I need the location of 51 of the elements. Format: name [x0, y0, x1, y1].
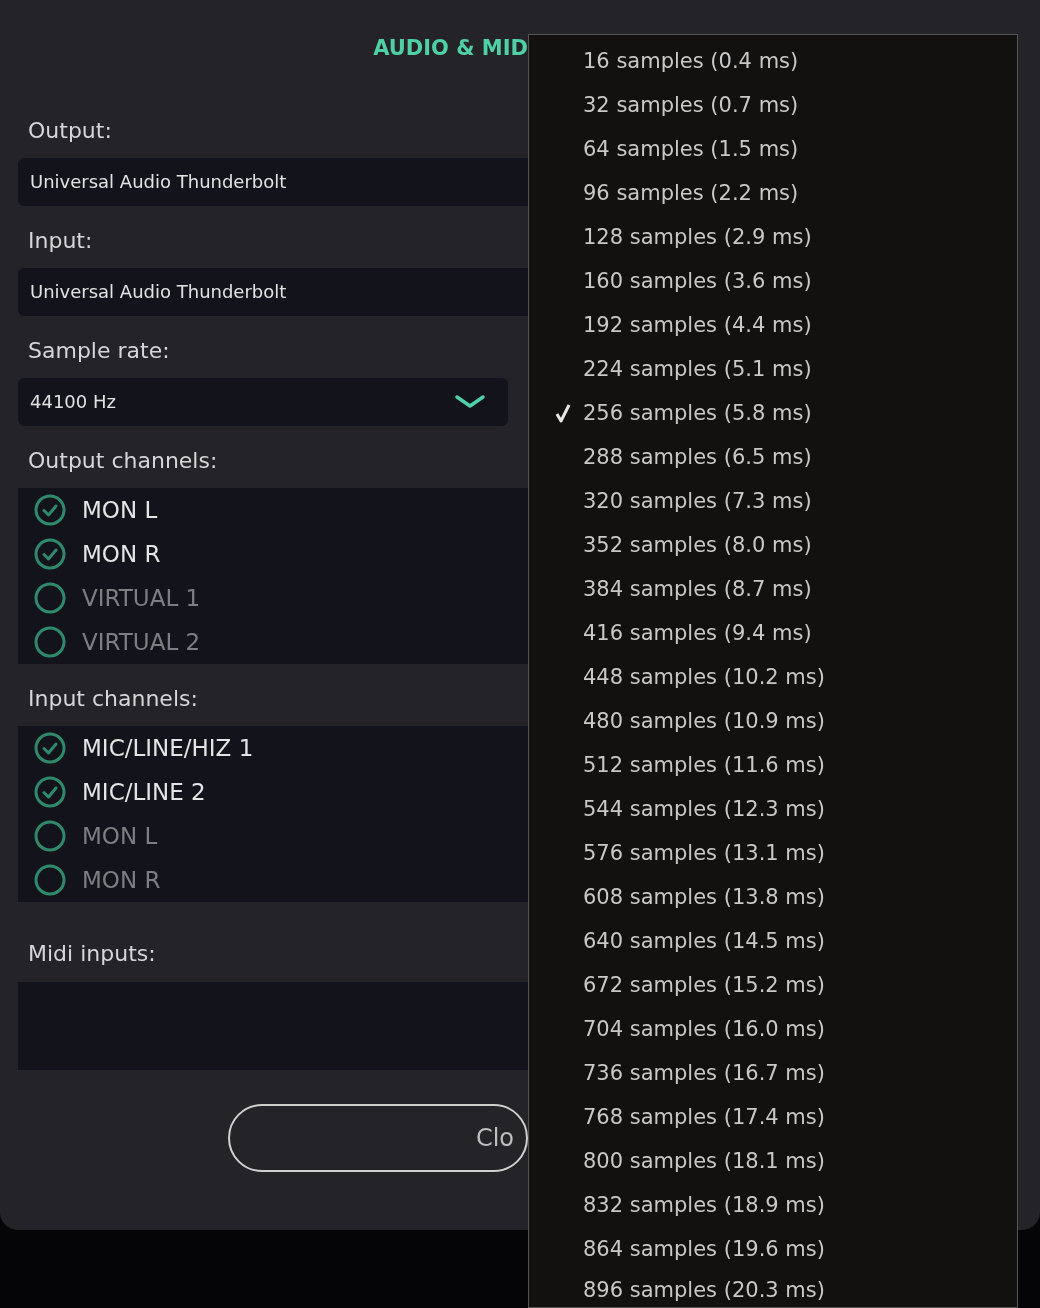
menu-item[interactable]: 416 samples (9.4 ms) — [529, 611, 1017, 655]
menu-item[interactable]: 384 samples (8.7 ms) — [529, 567, 1017, 611]
field-label: Output: — [27, 117, 112, 145]
empty-circle-icon[interactable] — [34, 864, 66, 896]
menu-item[interactable]: 640 samples (14.5 ms) — [529, 919, 1017, 963]
close-button[interactable]: Clo — [228, 1104, 528, 1172]
channel-name: MIC/LINE/HIZ 1 — [82, 735, 254, 761]
empty-circle-icon[interactable] — [34, 820, 66, 852]
menu-item[interactable]: 352 samples (8.0 ms) — [529, 523, 1017, 567]
dialog-title: AUDIO & MID — [373, 35, 528, 60]
channel-name: MON L — [82, 497, 158, 523]
checked-circle-icon[interactable] — [34, 776, 66, 808]
channel-name: VIRTUAL 2 — [82, 629, 201, 655]
menu-item[interactable]: 608 samples (13.8 ms) — [529, 875, 1017, 919]
menu-item[interactable]: 480 samples (10.9 ms) — [529, 699, 1017, 743]
menu-item[interactable]: 448 samples (10.2 ms) — [529, 655, 1017, 699]
channel-name: MIC/LINE 2 — [82, 779, 206, 805]
menu-item[interactable]: 288 samples (6.5 ms) — [529, 435, 1017, 479]
menu-item[interactable]: 16 samples (0.4 ms) — [529, 39, 1017, 83]
menu-item[interactable]: 672 samples (15.2 ms) — [529, 963, 1017, 1007]
field-label: Sample rate: — [27, 337, 170, 365]
menu-item[interactable]: 544 samples (12.3 ms) — [529, 787, 1017, 831]
menu-item[interactable]: 32 samples (0.7 ms) — [529, 83, 1017, 127]
channel-name: VIRTUAL 1 — [82, 585, 201, 611]
menu-item[interactable]: 128 samples (2.9 ms) — [529, 215, 1017, 259]
menu-item[interactable]: 224 samples (5.1 ms) — [529, 347, 1017, 391]
menu-item[interactable]: 864 samples (19.6 ms) — [529, 1227, 1017, 1271]
checked-circle-icon[interactable] — [34, 732, 66, 764]
channel-name: MON L — [82, 823, 158, 849]
menu-item[interactable]: 320 samples (7.3 ms) — [529, 479, 1017, 523]
channel-name: MON R — [82, 867, 161, 893]
menu-item[interactable]: 832 samples (18.9 ms) — [529, 1183, 1017, 1227]
menu-item[interactable]: 512 samples (11.6 ms) — [529, 743, 1017, 787]
section-label: Input channels: — [27, 685, 198, 713]
sample-rate-dropdown[interactable]: 44100 Hz — [18, 378, 508, 426]
menu-item[interactable]: 576 samples (13.1 ms) — [529, 831, 1017, 875]
checked-circle-icon[interactable] — [34, 538, 66, 570]
field-label: Input: — [27, 227, 93, 255]
empty-circle-icon[interactable] — [34, 626, 66, 658]
section-label: Midi inputs: — [27, 940, 156, 968]
menu-item[interactable]: 896 samples (20.3 ms) — [529, 1271, 1017, 1307]
empty-circle-icon[interactable] — [34, 582, 66, 614]
menu-item[interactable]: 704 samples (16.0 ms) — [529, 1007, 1017, 1051]
channel-name: MON R — [82, 541, 161, 567]
section-label: Output channels: — [27, 447, 218, 475]
checked-circle-icon[interactable] — [34, 494, 66, 526]
menu-item[interactable]: 768 samples (17.4 ms) — [529, 1095, 1017, 1139]
chevron-down-icon — [454, 394, 486, 410]
menu-item[interactable]: 256 samples (5.8 ms) — [529, 391, 1017, 435]
menu-item[interactable]: 800 samples (18.1 ms) — [529, 1139, 1017, 1183]
menu-item[interactable]: 736 samples (16.7 ms) — [529, 1051, 1017, 1095]
